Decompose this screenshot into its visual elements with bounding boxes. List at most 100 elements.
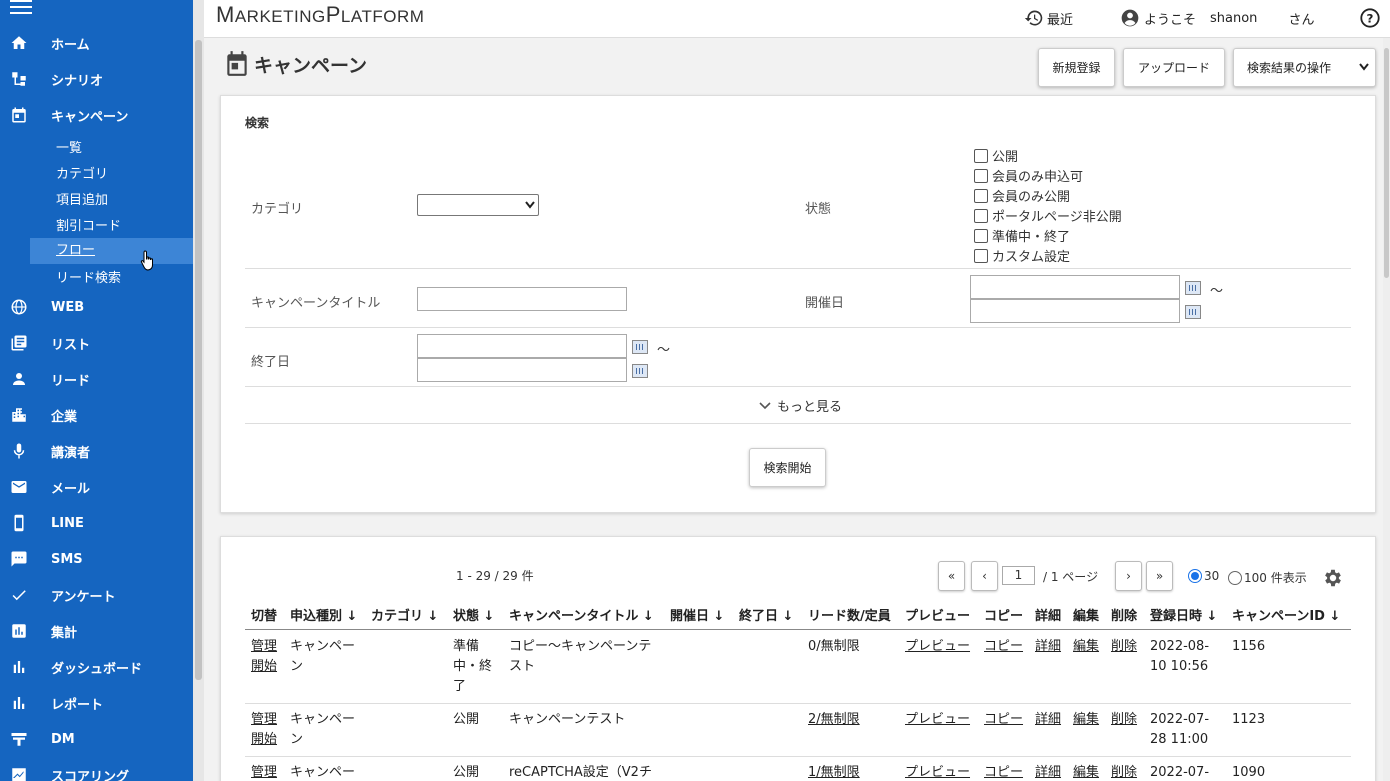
show-more-toggle[interactable]: もっと見る	[759, 396, 842, 415]
status-member-apply-checkbox[interactable]: 会員のみ申込可	[974, 166, 1083, 185]
sidebar-item-dashboard[interactable]: ダッシュボード	[0, 649, 193, 685]
sidebar-sub-list[interactable]: 一覧	[56, 137, 82, 156]
status-public-checkbox[interactable]: 公開	[974, 146, 1018, 165]
manage-link[interactable]: 管理	[251, 763, 277, 781]
edit-link[interactable]: 編集	[1073, 763, 1099, 781]
col-status[interactable]: 状態 ↓	[453, 605, 494, 624]
detail-link[interactable]: 詳細	[1035, 710, 1061, 730]
copy-link[interactable]: コピー	[984, 763, 1023, 781]
leads-link[interactable]: 1/無制限	[808, 763, 860, 781]
delete-link[interactable]: 削除	[1111, 637, 1137, 657]
sidebar-sub-category[interactable]: カテゴリ	[56, 163, 108, 182]
col-edit: 編集	[1073, 609, 1100, 624]
per-page-30-radio[interactable]: 30	[1188, 569, 1219, 583]
sidebar-item-campaign[interactable]: キャンペーン	[0, 97, 193, 133]
bar-chart-icon	[9, 657, 29, 677]
sidebar-item-survey[interactable]: アンケート	[0, 577, 193, 613]
sidebar-scrollbar-thumb[interactable]	[195, 40, 202, 680]
category-select[interactable]	[417, 194, 539, 216]
help-button[interactable]: ?	[1359, 7, 1381, 29]
sidebar-item-scoring[interactable]: スコアリング	[0, 757, 193, 781]
page-number-input[interactable]: 1	[1002, 566, 1035, 585]
sidebar-item-dm[interactable]: DM	[0, 721, 193, 757]
delete-link[interactable]: 削除	[1111, 763, 1137, 781]
calendar-picker-icon[interactable]	[632, 364, 648, 378]
sidebar-item-lead[interactable]: リード	[0, 361, 193, 397]
calendar-icon	[9, 105, 29, 125]
hamburger-menu-icon[interactable]	[10, 0, 32, 14]
col-event-date[interactable]: 開催日 ↓	[670, 605, 724, 624]
status-member-public-checkbox[interactable]: 会員のみ公開	[974, 186, 1070, 205]
detail-link[interactable]: 詳細	[1035, 763, 1061, 781]
col-registered[interactable]: 登録日時 ↓	[1150, 605, 1217, 624]
search-results-ops-select[interactable]: 検索結果の操作	[1233, 48, 1376, 87]
col-campaign-title[interactable]: キャンペーンタイトル ↓	[509, 605, 654, 624]
col-end-date[interactable]: 終了日 ↓	[739, 605, 793, 624]
sidebar-item-line[interactable]: LINE	[0, 505, 193, 541]
campaign-id: 1090	[1232, 765, 1266, 780]
sidebar-item-label: レポート	[51, 697, 104, 713]
preview-link[interactable]: プレビュー	[905, 763, 970, 781]
manage-link[interactable]: 管理	[251, 637, 277, 657]
end-date-to-input[interactable]	[417, 358, 627, 382]
sidebar-item-aggregate[interactable]: 集計	[0, 613, 193, 649]
status-custom-checkbox[interactable]: カスタム設定	[974, 246, 1070, 265]
manage-link[interactable]: 管理	[251, 710, 277, 730]
sidebar-item-home[interactable]: ホーム	[0, 25, 193, 61]
calendar-picker-icon[interactable]	[1185, 281, 1201, 295]
sidebar-item-report[interactable]: レポート	[0, 685, 193, 721]
gear-icon[interactable]	[1322, 567, 1344, 589]
preview-link[interactable]: プレビュー	[905, 710, 970, 730]
range-tilde: 〜	[1210, 284, 1224, 299]
sidebar-item-speaker[interactable]: 講演者	[0, 433, 193, 469]
edit-link[interactable]: 編集	[1073, 710, 1099, 730]
report-icon	[9, 693, 29, 713]
copy-link[interactable]: コピー	[984, 637, 1023, 657]
sidebar-item-mail[interactable]: メール	[0, 469, 193, 505]
col-category[interactable]: カテゴリ ↓	[371, 605, 438, 624]
new-register-button[interactable]: 新規登録	[1038, 48, 1115, 87]
prev-page-button[interactable]: ‹	[971, 561, 998, 591]
first-page-button[interactable]: «	[938, 561, 965, 591]
edit-link[interactable]: 編集	[1073, 637, 1099, 657]
user-menu[interactable]: ようこそ shanon さん	[1120, 8, 1314, 28]
status-portal-hidden-checkbox[interactable]: ポータルページ非公開	[974, 206, 1122, 225]
leads-link[interactable]: 2/無制限	[808, 710, 860, 730]
sidebar-sub-add-field[interactable]: 項目追加	[56, 189, 108, 208]
status-preparing-checkbox[interactable]: 準備中・終了	[974, 226, 1070, 245]
page-scrollbar-thumb[interactable]	[1384, 48, 1389, 278]
calendar-picker-icon[interactable]	[1185, 305, 1201, 319]
start-link[interactable]: 開始	[251, 730, 277, 750]
sms-icon	[9, 549, 29, 569]
calendar-picker-icon[interactable]	[632, 340, 648, 354]
sidebar-item-sms[interactable]: SMS	[0, 541, 193, 577]
sidebar-sub-lead-search[interactable]: リード検索	[56, 267, 121, 286]
upload-button[interactable]: アップロード	[1123, 48, 1225, 87]
sidebar-sub-flow[interactable]: フロー	[30, 238, 193, 264]
search-start-button[interactable]: 検索開始	[749, 448, 826, 487]
logo[interactable]: MARKETINGPLATFORM	[216, 2, 424, 28]
next-page-button[interactable]: ›	[1115, 561, 1142, 591]
sidebar-item-scenario[interactable]: シナリオ	[0, 61, 193, 97]
col-campaign-id[interactable]: キャンペーンID ↓	[1232, 605, 1340, 624]
sidebar-item-list[interactable]: リスト	[0, 325, 193, 361]
sidebar-item-web[interactable]: WEB	[0, 289, 193, 325]
divider	[245, 423, 1351, 424]
delete-link[interactable]: 削除	[1111, 710, 1137, 730]
start-link[interactable]: 開始	[251, 657, 277, 677]
sidebar-item-company[interactable]: 企業	[0, 397, 193, 433]
per-page-100-radio[interactable]: 100 件表示	[1228, 569, 1307, 586]
event-date-to-input[interactable]	[970, 299, 1180, 323]
sidebar-sub-discount-code[interactable]: 割引コード	[56, 215, 121, 234]
preview-link[interactable]: プレビュー	[905, 637, 970, 657]
copy-link[interactable]: コピー	[984, 710, 1023, 730]
event-date-from-input[interactable]	[970, 275, 1180, 299]
divider	[245, 268, 1351, 269]
end-date-from-input[interactable]	[417, 334, 627, 358]
last-page-button[interactable]: »	[1146, 561, 1173, 591]
campaign-title-input[interactable]	[417, 287, 627, 311]
col-application-type[interactable]: 申込種別 ↓	[290, 605, 357, 624]
detail-link[interactable]: 詳細	[1035, 637, 1061, 657]
recent-button[interactable]: 最近	[1024, 8, 1073, 28]
sidebar-item-label: アンケート	[51, 589, 116, 605]
